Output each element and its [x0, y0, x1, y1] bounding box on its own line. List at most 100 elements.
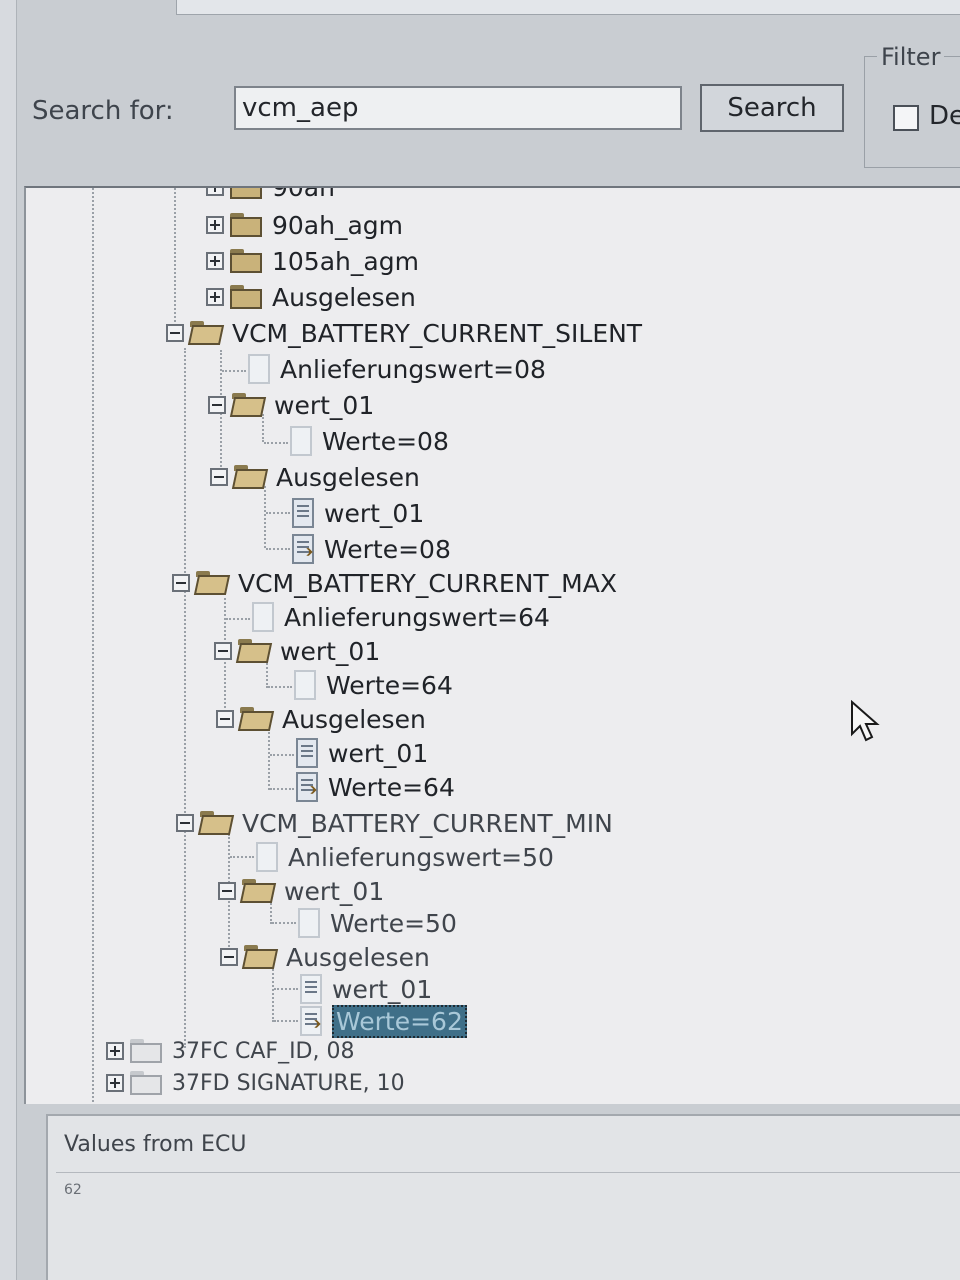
document-icon	[252, 602, 274, 632]
folder-icon	[130, 1039, 164, 1063]
document-arrow-icon	[300, 1006, 322, 1036]
tree-node-label: Ausgelesen	[276, 462, 420, 492]
document-icon	[294, 670, 316, 700]
tree-node-wert-01[interactable]: wert_01	[214, 634, 380, 668]
tree-node-label: wert_01	[328, 738, 429, 768]
tree-node-anlieferungswert[interactable]: Anlieferungswert=08	[248, 352, 546, 386]
tree-node-werte-read[interactable]: Werte=64	[296, 770, 455, 804]
folder-icon	[230, 285, 264, 309]
filter-title: Filter	[877, 43, 945, 71]
ecu-tree-view[interactable]: 90ah 90ah_agm 105ah_agm Ausgelesen VCM_B…	[24, 186, 960, 1104]
open-folder-icon	[238, 639, 272, 663]
tree-node-wert-01[interactable]: wert_01	[296, 736, 428, 770]
open-folder-icon	[200, 811, 234, 835]
collapse-icon[interactable]	[220, 948, 238, 966]
document-icon	[292, 498, 314, 528]
document-arrow-icon	[296, 772, 318, 802]
document-icon	[296, 738, 318, 768]
collapse-icon[interactable]	[218, 882, 236, 900]
tree-node-anlieferungswert[interactable]: Anlieferungswert=50	[256, 840, 554, 874]
collapse-icon[interactable]	[208, 396, 226, 414]
tree-node-label: Anlieferungswert=08	[280, 354, 546, 384]
document-icon	[300, 974, 322, 1004]
tree-node-anlieferungswert[interactable]: Anlieferungswert=64	[252, 600, 550, 634]
expand-icon[interactable]	[206, 188, 224, 196]
folder-icon	[130, 1071, 164, 1095]
tree-node-label: Ausgelesen	[272, 282, 416, 312]
tree-node-vcm-battery-current-min[interactable]: VCM_BATTERY_CURRENT_MIN	[176, 806, 613, 840]
expand-icon[interactable]	[106, 1042, 124, 1060]
tree-node-label: 90ah	[272, 186, 335, 202]
tree-node-90ah[interactable]: 90ah	[206, 186, 335, 204]
tree-node-werte[interactable]: Werte=08	[290, 424, 449, 458]
tree-node-105ah-agm[interactable]: 105ah_agm	[206, 244, 419, 278]
filter-checkbox[interactable]	[893, 105, 919, 131]
values-from-ecu-panel: Values from ECU 62	[46, 1114, 960, 1280]
tree-node-label: 105ah_agm	[272, 246, 419, 276]
collapse-icon[interactable]	[172, 574, 190, 592]
tree-node-label: Ausgelesen	[286, 942, 430, 972]
tree-node-wert-01[interactable]: wert_01	[218, 874, 384, 908]
tree-node-ausgelesen[interactable]: Ausgelesen	[206, 280, 416, 314]
tree-node-werte-selected[interactable]: Werte=62	[300, 1004, 467, 1038]
search-input[interactable]	[234, 86, 682, 130]
tree-node-label: Ausgelesen	[282, 704, 426, 734]
document-icon	[298, 908, 320, 938]
tree-node-werte-read[interactable]: Werte=08	[292, 532, 451, 566]
tree-node-werte[interactable]: Werte=50	[298, 906, 457, 940]
tree-node-wert-01[interactable]: wert_01	[208, 388, 374, 422]
tree-node-37fd-signature[interactable]: 37FD SIGNATURE, 10	[106, 1066, 405, 1100]
tree-node-label: Werte=64	[328, 772, 455, 802]
tree-node-label: Werte=08	[322, 426, 449, 456]
tree-node-ausgelesen[interactable]: Ausgelesen	[210, 460, 420, 494]
tree-node-ausgelesen[interactable]: Ausgelesen	[216, 702, 426, 736]
open-folder-icon	[242, 879, 276, 903]
tree-node-werte[interactable]: Werte=64	[294, 668, 453, 702]
tree-node-label: Anlieferungswert=64	[284, 602, 550, 632]
collapse-icon[interactable]	[176, 814, 194, 832]
tree-node-label: wert_01	[332, 974, 433, 1004]
tree-node-37fc-caf-id[interactable]: 37FC CAF_ID, 08	[106, 1034, 354, 1068]
tree-node-90ah-agm[interactable]: 90ah_agm	[206, 208, 403, 242]
document-icon	[248, 354, 270, 384]
tree-node-label: Anlieferungswert=50	[288, 842, 554, 872]
expand-icon[interactable]	[206, 288, 224, 306]
tree-node-label: Werte=08	[324, 534, 451, 564]
tree-node-label: wert_01	[284, 876, 385, 906]
document-icon	[290, 426, 312, 456]
search-button[interactable]: Search	[700, 84, 844, 132]
open-folder-icon	[196, 571, 230, 595]
collapse-icon[interactable]	[216, 710, 234, 728]
expand-icon[interactable]	[206, 216, 224, 234]
folder-icon	[230, 188, 264, 199]
document-icon	[256, 842, 278, 872]
tree-node-label: Werte=50	[330, 908, 457, 938]
values-panel-content[interactable]: 62	[64, 1182, 82, 1198]
open-folder-icon	[190, 321, 224, 345]
tree-node-wert-01[interactable]: wert_01	[292, 496, 424, 530]
expand-icon[interactable]	[106, 1074, 124, 1092]
open-folder-icon	[244, 945, 278, 969]
tree-node-label-selected: Werte=62	[332, 1004, 467, 1038]
folder-icon	[230, 213, 264, 237]
tree-node-label: wert_01	[274, 390, 375, 420]
search-label: Search for:	[32, 96, 174, 126]
tree-node-vcm-battery-current-silent[interactable]: VCM_BATTERY_CURRENT_SILENT	[166, 316, 642, 350]
tree-node-label: VCM_BATTERY_CURRENT_SILENT	[232, 318, 643, 348]
tree-node-wert-01[interactable]: wert_01	[300, 972, 432, 1006]
filter-option-label: De	[929, 101, 960, 131]
tree-node-label: 37FD SIGNATURE, 10	[172, 1070, 405, 1096]
collapse-icon[interactable]	[214, 642, 232, 660]
collapse-icon[interactable]	[166, 324, 184, 342]
tree-node-ausgelesen[interactable]: Ausgelesen	[220, 940, 430, 974]
open-folder-icon	[234, 465, 268, 489]
mouse-pointer-icon	[851, 700, 880, 742]
document-arrow-icon	[292, 534, 314, 564]
collapse-icon[interactable]	[210, 468, 228, 486]
values-panel-title: Values from ECU	[64, 1132, 247, 1157]
tree-node-label: VCM_BATTERY_CURRENT_MAX	[238, 568, 617, 598]
tree-node-label: 90ah_agm	[272, 210, 404, 240]
expand-icon[interactable]	[206, 252, 224, 270]
open-folder-icon	[240, 707, 274, 731]
tree-node-vcm-battery-current-max[interactable]: VCM_BATTERY_CURRENT_MAX	[172, 566, 617, 600]
